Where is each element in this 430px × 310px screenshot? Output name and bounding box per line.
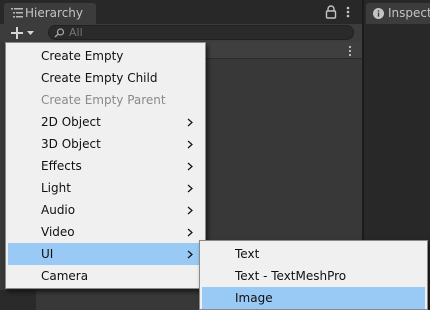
menu-item-label: Create Empty Parent [41,93,166,107]
chevron-right-icon [187,184,193,193]
tab-hierarchy-label: Hierarchy [25,6,84,20]
tab-inspector-label: Inspector [388,6,430,20]
menu-item-label: Light [41,181,71,195]
menu-item-2d-object[interactable]: 2D Object [8,111,203,133]
menu-item-label: Create Empty [41,49,124,63]
submenu-item-image[interactable]: Image [202,287,425,309]
tab-hierarchy[interactable]: Hierarchy [4,3,96,24]
hierarchy-gutter [0,290,36,310]
tab-inspector[interactable]: Inspector [366,3,430,24]
search-input[interactable] [69,26,339,39]
submenu-item-text-textmeshpro[interactable]: Text - TextMeshPro [202,265,425,287]
menu-item-label: Image [235,291,273,305]
menu-item-label: Text - TextMeshPro [235,269,347,283]
menu-item-video[interactable]: Video [8,221,203,243]
search-field[interactable] [48,25,354,40]
menu-item-create-empty-child[interactable]: Create Empty Child [8,67,203,89]
menu-item-create-empty-parent: Create Empty Parent [8,89,203,111]
menu-item-ui[interactable]: UI [8,243,203,265]
chevron-right-icon [187,162,193,171]
create-menu: Create Empty Create Empty Child Create E… [5,42,206,289]
plus-dropdown-icon[interactable] [6,24,40,42]
lock-icon[interactable] [325,5,337,19]
search-icon [54,28,65,38]
menu-item-label: 2D Object [41,115,101,129]
menu-item-camera[interactable]: Camera [8,265,203,287]
list-icon [11,8,23,18]
menu-item-label: 3D Object [41,137,101,151]
menu-item-effects[interactable]: Effects [8,155,203,177]
menu-item-label: UI [41,247,54,261]
menu-item-label: Text [235,247,260,261]
menu-item-audio[interactable]: Audio [8,199,203,221]
vertical-dots-icon[interactable] [347,45,353,57]
vertical-dots-icon[interactable] [344,5,352,19]
info-icon [373,8,384,19]
chevron-right-icon [187,250,193,259]
menu-item-label: Video [41,225,75,239]
chevron-right-icon [187,228,193,237]
menu-item-3d-object[interactable]: 3D Object [8,133,203,155]
menu-item-label: Effects [41,159,82,173]
menu-item-label: Camera [41,269,89,283]
chevron-right-icon [187,140,193,149]
menu-item-label: Audio [41,203,76,217]
submenu-item-text[interactable]: Text [202,243,425,265]
scene-header-row[interactable] [205,42,362,59]
ui-submenu: Text Text - TextMeshPro Image [199,240,428,310]
chevron-right-icon [187,206,193,215]
menu-item-light[interactable]: Light [8,177,203,199]
menu-item-label: Create Empty Child [41,71,158,85]
menu-item-create-empty[interactable]: Create Empty [8,45,203,67]
chevron-right-icon [187,118,193,127]
